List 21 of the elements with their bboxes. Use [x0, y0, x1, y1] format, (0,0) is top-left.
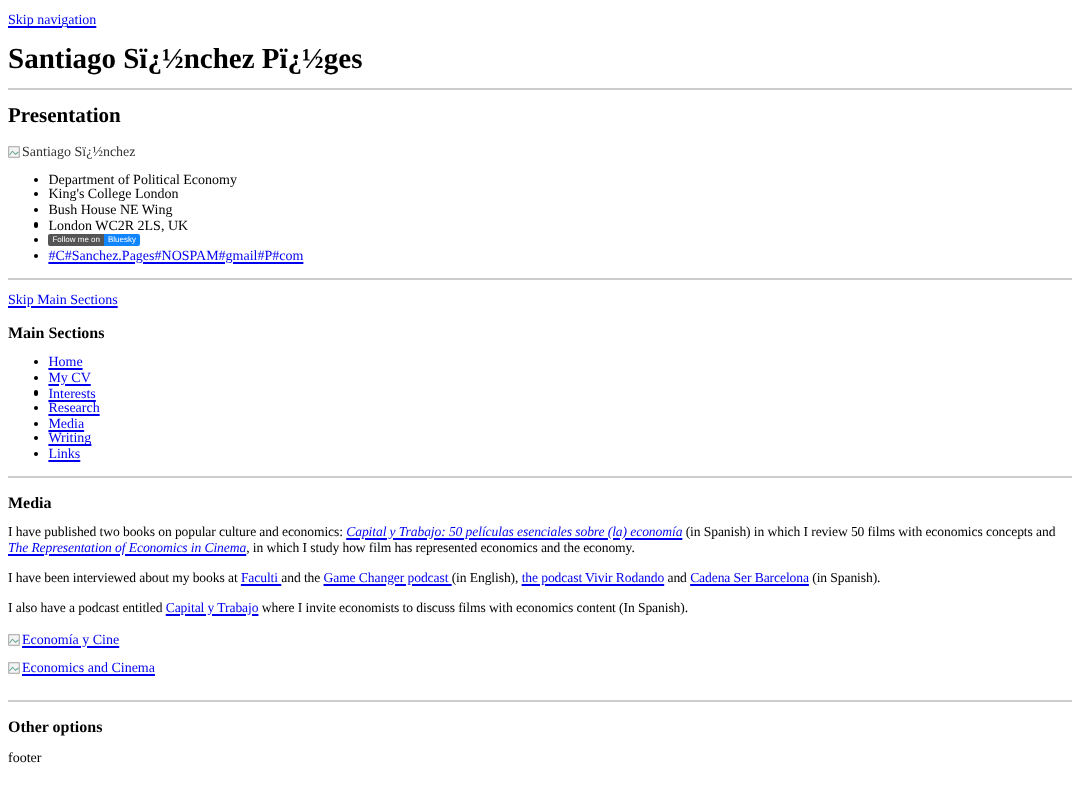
section-heading: Media	[8, 493, 54, 514]
bullet-icon	[34, 375, 39, 381]
section-heading: Presentation	[8, 106, 123, 130]
section-heading: Main Sections	[8, 323, 107, 344]
bullet-icon	[34, 238, 39, 243]
broken-image-icon	[8, 661, 20, 674]
bullet-icon	[34, 192, 39, 197]
bullet-icon	[34, 451, 39, 457]
bullet-icon	[34, 421, 39, 426]
bullet-icon	[34, 222, 39, 228]
broken-image-icon	[8, 633, 20, 646]
page-title: Santiago Sï¿½nchez Pï¿½ges	[8, 44, 365, 76]
bullet-icon	[34, 253, 39, 258]
bullet-icon	[34, 360, 39, 365]
bullet-icon	[34, 406, 39, 411]
bullet-icon	[34, 436, 39, 441]
bullet-icon	[34, 207, 39, 213]
bullet-icon	[34, 390, 39, 396]
broken-image-icon	[8, 146, 20, 158]
section-heading: Other options	[8, 717, 105, 738]
bullet-icon	[34, 177, 39, 182]
